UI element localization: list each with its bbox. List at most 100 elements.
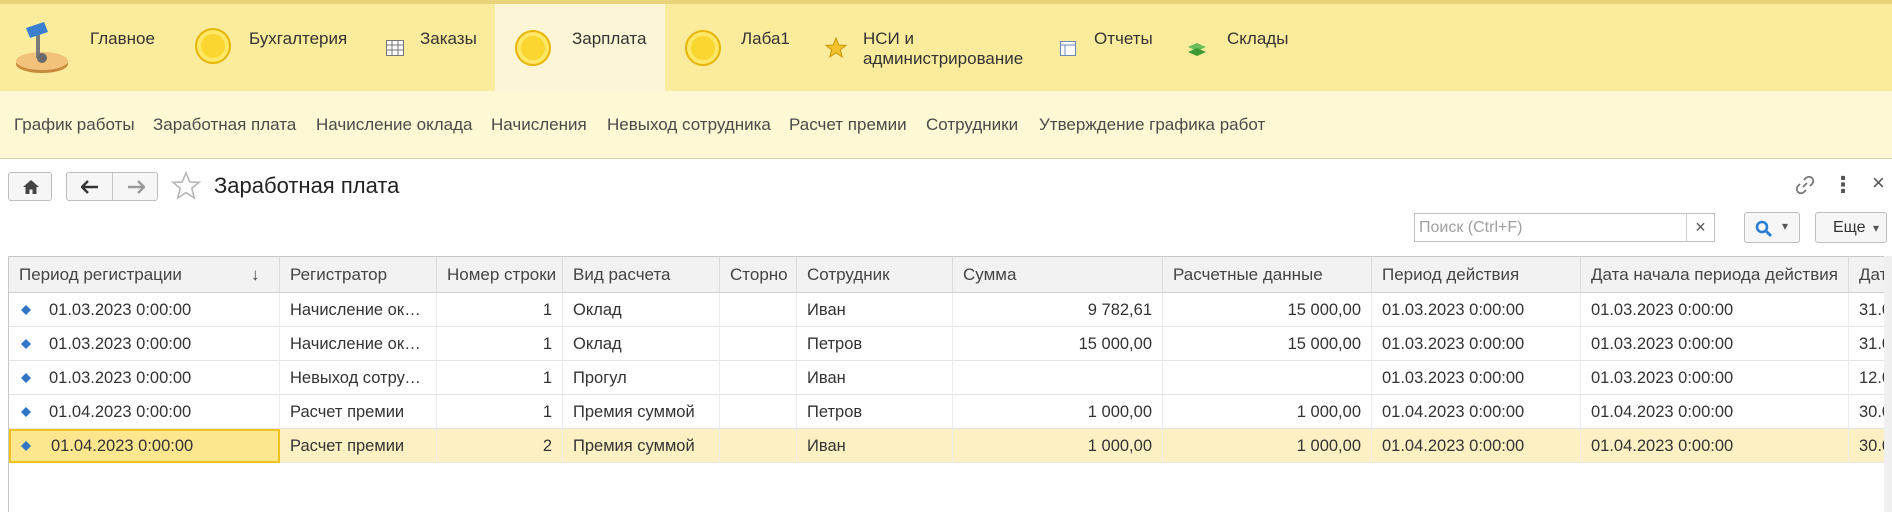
table-row[interactable]: 01.03.2023 0:00:00 Начисление оклада 1 О… bbox=[9, 327, 1892, 361]
section-orders[interactable]: Заказы bbox=[370, 4, 495, 91]
section-label-line2: администрирование bbox=[863, 49, 1024, 68]
table-row-selected[interactable]: 01.04.2023 0:00:00 Расчет премии 2 Преми… bbox=[9, 429, 1892, 463]
cell-calc-type: Оклад bbox=[563, 327, 720, 361]
arrow-right-icon bbox=[128, 180, 145, 194]
function-link-employees[interactable]: Сотрудники bbox=[926, 115, 1018, 135]
section-label-line1: НСИ и bbox=[863, 29, 914, 48]
function-link-accruals[interactable]: Начисления bbox=[491, 115, 587, 135]
cell-calc-type: Премия суммой bbox=[563, 429, 720, 463]
function-link-work-schedule[interactable]: График работы bbox=[14, 115, 135, 135]
chevron-down-icon: ▾ bbox=[1873, 221, 1880, 235]
cell-action-start: 01.03.2023 0:00:00 bbox=[1581, 361, 1849, 395]
search-clear-button[interactable]: × bbox=[1686, 214, 1714, 241]
section-warehouses[interactable]: Склады bbox=[1188, 4, 1365, 91]
function-link-absence[interactable]: Невыход сотрудника bbox=[607, 115, 771, 135]
cell-action-start: 01.03.2023 0:00:00 bbox=[1581, 327, 1849, 361]
section-salary[interactable]: Зарплата bbox=[495, 4, 665, 91]
section-accounting[interactable]: Бухгалтерия bbox=[185, 4, 370, 91]
cell-storno bbox=[720, 395, 797, 429]
cell-line-number: 1 bbox=[437, 395, 563, 429]
cell-registrar: Начисление оклада bbox=[280, 327, 437, 361]
cell-employee: Иван bbox=[797, 361, 953, 395]
cell-action-period: 01.04.2023 0:00:00 bbox=[1372, 429, 1581, 463]
column-header-storno[interactable]: Сторно bbox=[720, 257, 797, 293]
close-form-icon[interactable]: × bbox=[1872, 170, 1885, 196]
cell-employee: Иван bbox=[797, 293, 953, 327]
column-header-amount[interactable]: Сумма bbox=[953, 257, 1163, 293]
cell-registrar: Расчет премии bbox=[280, 429, 437, 463]
table-row[interactable]: 01.03.2023 0:00:00 Невыход сотрудника 1 … bbox=[9, 361, 1892, 395]
cell-action-start: 01.03.2023 0:00:00 bbox=[1581, 293, 1849, 327]
section-label: Зарплата bbox=[572, 29, 647, 48]
desk-lamp-icon bbox=[16, 22, 68, 73]
table-row[interactable]: 01.03.2023 0:00:00 Начисление оклада 1 О… bbox=[9, 293, 1892, 327]
cell-amount bbox=[953, 361, 1163, 395]
cell-period: 01.04.2023 0:00:00 bbox=[9, 395, 280, 429]
cell-storno bbox=[720, 293, 797, 327]
column-header-label: Период регистрации bbox=[19, 265, 182, 284]
section-label: Лаба1 bbox=[741, 29, 790, 48]
cell-employee: Петров bbox=[797, 327, 953, 361]
search-box: × bbox=[1414, 213, 1715, 242]
cell-line-number: 1 bbox=[437, 361, 563, 395]
section-main[interactable]: Главное bbox=[0, 4, 185, 91]
cell-line-number: 2 bbox=[437, 429, 563, 463]
cell-calc-type: Прогул bbox=[563, 361, 720, 395]
page-title: Заработная плата bbox=[214, 173, 400, 198]
column-header-period[interactable]: Период регистрации ↓ bbox=[9, 257, 280, 293]
arrow-left-icon bbox=[81, 180, 98, 194]
column-header-registrar[interactable]: Регистратор bbox=[280, 257, 437, 293]
layers-icon bbox=[1188, 43, 1206, 56]
function-panel: График работы Заработная плата Начислени… bbox=[0, 91, 1892, 159]
table-header: Период регистрации ↓ Регистратор Номер с… bbox=[9, 257, 1892, 293]
table-row[interactable]: 01.04.2023 0:00:00 Расчет премии 1 Преми… bbox=[9, 395, 1892, 429]
cell-employee: Петров bbox=[797, 395, 953, 429]
cell-storno bbox=[720, 429, 797, 463]
function-link-schedule-approval[interactable]: Утверждение графика работ bbox=[1039, 115, 1265, 135]
search-button[interactable]: ▾ bbox=[1744, 212, 1800, 243]
section-label: Бухгалтерия bbox=[249, 29, 348, 48]
forward-button[interactable] bbox=[113, 173, 159, 200]
column-header-action-start[interactable]: Дата начала периода действия bbox=[1581, 257, 1849, 293]
column-header-action-period[interactable]: Период действия bbox=[1372, 257, 1581, 293]
column-header-employee[interactable]: Сотрудник bbox=[797, 257, 953, 293]
cell-period: 01.03.2023 0:00:00 bbox=[9, 361, 280, 395]
cell-action-period: 01.03.2023 0:00:00 bbox=[1372, 293, 1581, 327]
cell-action-start: 01.04.2023 0:00:00 bbox=[1581, 395, 1849, 429]
cell-amount: 1 000,00 bbox=[953, 395, 1163, 429]
cell-registrar: Невыход сотрудника bbox=[280, 361, 437, 395]
link-icon[interactable] bbox=[1794, 174, 1816, 196]
column-header-calc-data[interactable]: Расчетные данные bbox=[1163, 257, 1372, 293]
cell-amount: 1 000,00 bbox=[953, 429, 1163, 463]
cell-period: 01.03.2023 0:00:00 bbox=[9, 327, 280, 361]
section-lab1[interactable]: Лаба1 bbox=[665, 4, 815, 91]
section-nsi[interactable]: НСИ и администрирование bbox=[815, 4, 1045, 91]
column-header-line-number[interactable]: Номер строки bbox=[437, 257, 563, 293]
function-link-salary[interactable]: Заработная плата bbox=[153, 115, 296, 135]
home-button[interactable] bbox=[8, 172, 52, 201]
star-icon bbox=[825, 37, 847, 59]
cell-action-period: 01.03.2023 0:00:00 bbox=[1372, 361, 1581, 395]
cell-amount: 9 782,61 bbox=[953, 293, 1163, 327]
function-link-salary-accrual[interactable]: Начисление оклада bbox=[316, 115, 472, 135]
favorite-star-icon[interactable] bbox=[171, 171, 201, 201]
back-button[interactable] bbox=[67, 173, 113, 200]
column-header-calc-type[interactable]: Вид расчета bbox=[563, 257, 720, 293]
coin-icon bbox=[515, 30, 551, 66]
more-button[interactable]: Еще ▾ bbox=[1815, 212, 1887, 243]
cell-calc-type: Премия суммой bbox=[563, 395, 720, 429]
section-reports[interactable]: Отчеты bbox=[1045, 4, 1205, 91]
cell-action-start: 01.04.2023 0:00:00 bbox=[1581, 429, 1849, 463]
cell-calc-data: 15 000,00 bbox=[1163, 327, 1372, 361]
cell-employee: Иван bbox=[797, 429, 953, 463]
sort-arrow-icon: ↓ bbox=[251, 265, 260, 284]
cell-registrar: Начисление оклада bbox=[280, 293, 437, 327]
search-input[interactable] bbox=[1415, 214, 1685, 241]
cell-calc-data: 15 000,00 bbox=[1163, 293, 1372, 327]
vertical-scrollbar[interactable] bbox=[1884, 256, 1892, 512]
cell-period: 01.03.2023 0:00:00 bbox=[9, 293, 280, 327]
more-button-label: Еще bbox=[1833, 219, 1866, 236]
cell-action-period: 01.04.2023 0:00:00 bbox=[1372, 395, 1581, 429]
function-link-bonus-calc[interactable]: Расчет премии bbox=[789, 115, 907, 135]
more-actions-icon[interactable]: ⋮ bbox=[1832, 172, 1854, 198]
